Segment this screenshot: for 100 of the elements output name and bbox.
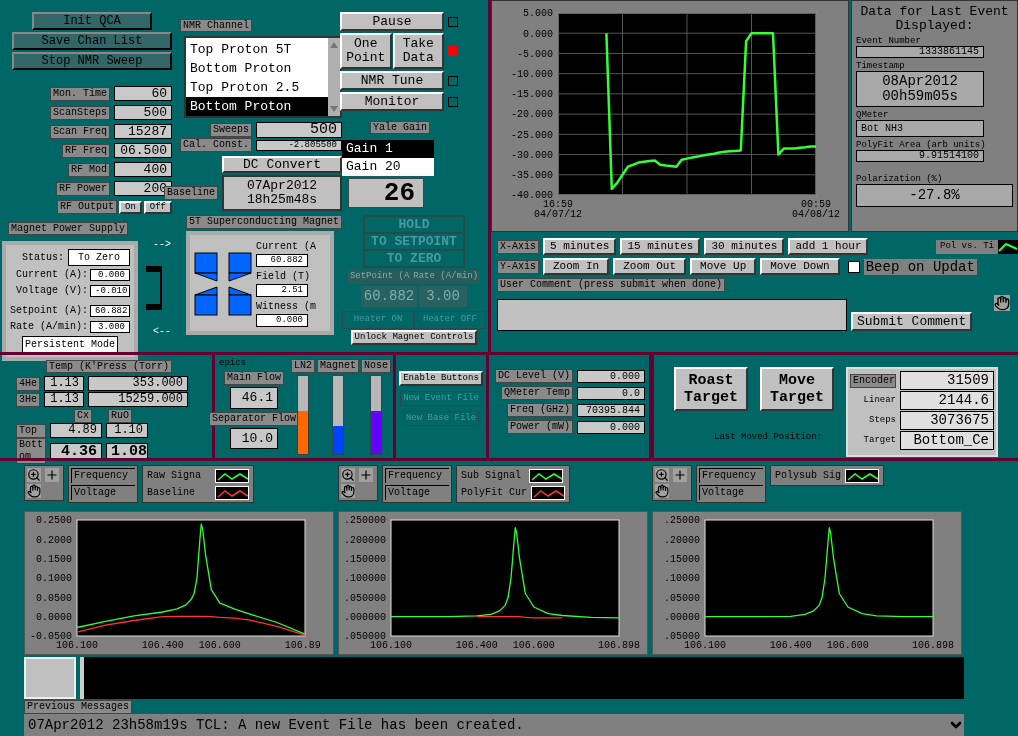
scale-selector[interactable]: Voltage	[71, 485, 135, 500]
field-label: PolyFit Area (arb units)	[856, 140, 987, 150]
button[interactable]: Zoom Out	[613, 258, 687, 275]
zoom-icon[interactable]	[27, 468, 41, 482]
value-field: 0.000	[90, 268, 130, 281]
plus-icon[interactable]	[673, 468, 687, 482]
button[interactable]: Move Target	[760, 367, 834, 411]
button[interactable]: Pause	[340, 12, 444, 31]
list-item[interactable]: Top Proton 2.5	[186, 78, 328, 97]
field-label: Power (mW)	[507, 420, 573, 434]
legend-label: Pol vs. Ti	[940, 239, 994, 253]
field-label: Y-Axis	[497, 259, 539, 274]
field-label: Scan Freq	[50, 124, 110, 139]
list-item[interactable]: Bottom Proton	[186, 59, 328, 78]
field-label: Current (A	[256, 240, 316, 254]
value-field: 1.13	[44, 376, 84, 391]
value-field: 4.89	[50, 423, 102, 438]
scale-selector[interactable]: Voltage	[699, 485, 763, 500]
button[interactable]: One Point	[340, 33, 392, 69]
field-label: Top	[16, 423, 46, 438]
button[interactable]: Move Up	[690, 258, 757, 275]
field-label: Field (T)	[256, 270, 311, 284]
button[interactable]: 15 minutes	[620, 238, 701, 255]
tick-label: 106.898	[912, 640, 954, 651]
hand-icon[interactable]	[994, 295, 1010, 311]
value-field: 46.1	[230, 387, 278, 409]
list-item[interactable]: Bottom Proton	[186, 97, 328, 116]
zoom-icon[interactable]	[655, 468, 669, 482]
button[interactable]: Zoom In	[543, 258, 610, 275]
field-label: Encoder	[850, 373, 896, 388]
tick-label: 0.000	[523, 28, 553, 40]
arrow-label: -->	[152, 238, 172, 252]
button[interactable]: Move Down	[760, 258, 840, 275]
arrow-label: <--	[152, 325, 172, 339]
tick-label: 106.100	[684, 640, 726, 651]
value-field: 3073675	[900, 411, 994, 430]
hand-icon[interactable]	[27, 484, 41, 498]
value-field: -27.8%	[856, 184, 1013, 207]
button[interactable]: Take Data	[392, 33, 444, 69]
list-item[interactable]: Gain 20	[342, 158, 434, 176]
tick-label: .05000	[664, 592, 700, 604]
button[interactable]: NMR Tune	[340, 71, 444, 90]
field-label: Baseline	[164, 186, 218, 200]
button[interactable]: Unlock Magnet Controls	[350, 329, 478, 345]
value-field: 10.0	[230, 427, 278, 449]
field-label: Temp (K'Press (Torr)	[46, 360, 173, 373]
field-label: Sweeps	[210, 123, 252, 137]
button[interactable]: Monitor	[340, 92, 444, 111]
button[interactable]: Enable Buttons	[399, 371, 483, 386]
field-label: Nose	[361, 359, 392, 373]
value-field: 9.91514100	[856, 150, 984, 162]
button[interactable]: add 1 hour	[788, 238, 869, 255]
scale-selector[interactable]: Frequency	[699, 468, 763, 483]
scale-selector[interactable]: Voltage	[385, 485, 449, 500]
button[interactable]: Roast Target	[674, 367, 748, 411]
field-label: LN2	[291, 359, 315, 373]
field-label: Magnet Power Supply	[8, 222, 129, 235]
comment-field[interactable]	[497, 299, 847, 331]
scale-selector[interactable]: Frequency	[385, 468, 449, 483]
scale-selector[interactable]: Frequency	[71, 468, 135, 483]
field-label: Cx	[74, 409, 92, 423]
tick-label: .25000	[664, 515, 700, 527]
tick-label: -15.000	[511, 89, 553, 101]
button[interactable]: DC Convert	[222, 156, 342, 173]
tick-label: 106.600	[512, 640, 555, 651]
plus-icon[interactable]	[45, 468, 59, 482]
legend-label: Baseline	[147, 486, 196, 500]
zoom-icon[interactable]	[341, 468, 355, 482]
hand-icon[interactable]	[341, 484, 355, 498]
tick-label: 106.400	[455, 640, 498, 651]
value-field: 07Apr2012 18h25m48s	[222, 175, 342, 211]
field-label: RF Output	[56, 200, 117, 214]
caption: Last Moved Position:	[714, 431, 824, 444]
value-field: 0.0	[577, 386, 645, 400]
checkbox[interactable]	[847, 260, 860, 273]
list-item[interactable]: Gain 1	[342, 140, 434, 158]
button[interactable]: 30 minutes	[704, 238, 785, 255]
field-label: Event Number	[856, 36, 922, 46]
plus-icon[interactable]	[359, 468, 373, 482]
field-label: Separator Flow	[209, 411, 299, 426]
button[interactable]: 5 minutes	[543, 238, 617, 255]
field-label: DC Level (V)	[495, 369, 573, 383]
field-label: ScanSteps	[50, 105, 110, 120]
tick-label: .250000	[344, 515, 386, 527]
button[interactable]: On	[119, 200, 142, 214]
tick-label: .10000	[664, 573, 700, 585]
tick-label: 00:59 04/08/12	[792, 199, 840, 220]
value-field: 0.000	[577, 420, 645, 434]
tick-label: 0.2000	[36, 534, 72, 546]
field-label: X-Axis	[497, 239, 539, 254]
hand-icon[interactable]	[655, 484, 669, 498]
list-item[interactable]: Top Proton 5T	[186, 40, 328, 59]
tick-label: 106.100	[56, 640, 98, 651]
legend-label: Polysub Sig	[775, 469, 841, 483]
button[interactable]: Submit Comment	[851, 312, 973, 331]
value-field: -2.805500	[256, 139, 342, 151]
button[interactable]: Off	[143, 200, 172, 214]
value-field: 60.882	[361, 285, 417, 307]
tick-label: -5.000	[517, 48, 553, 60]
field-label: User Comment (press submit when done)	[497, 278, 726, 292]
